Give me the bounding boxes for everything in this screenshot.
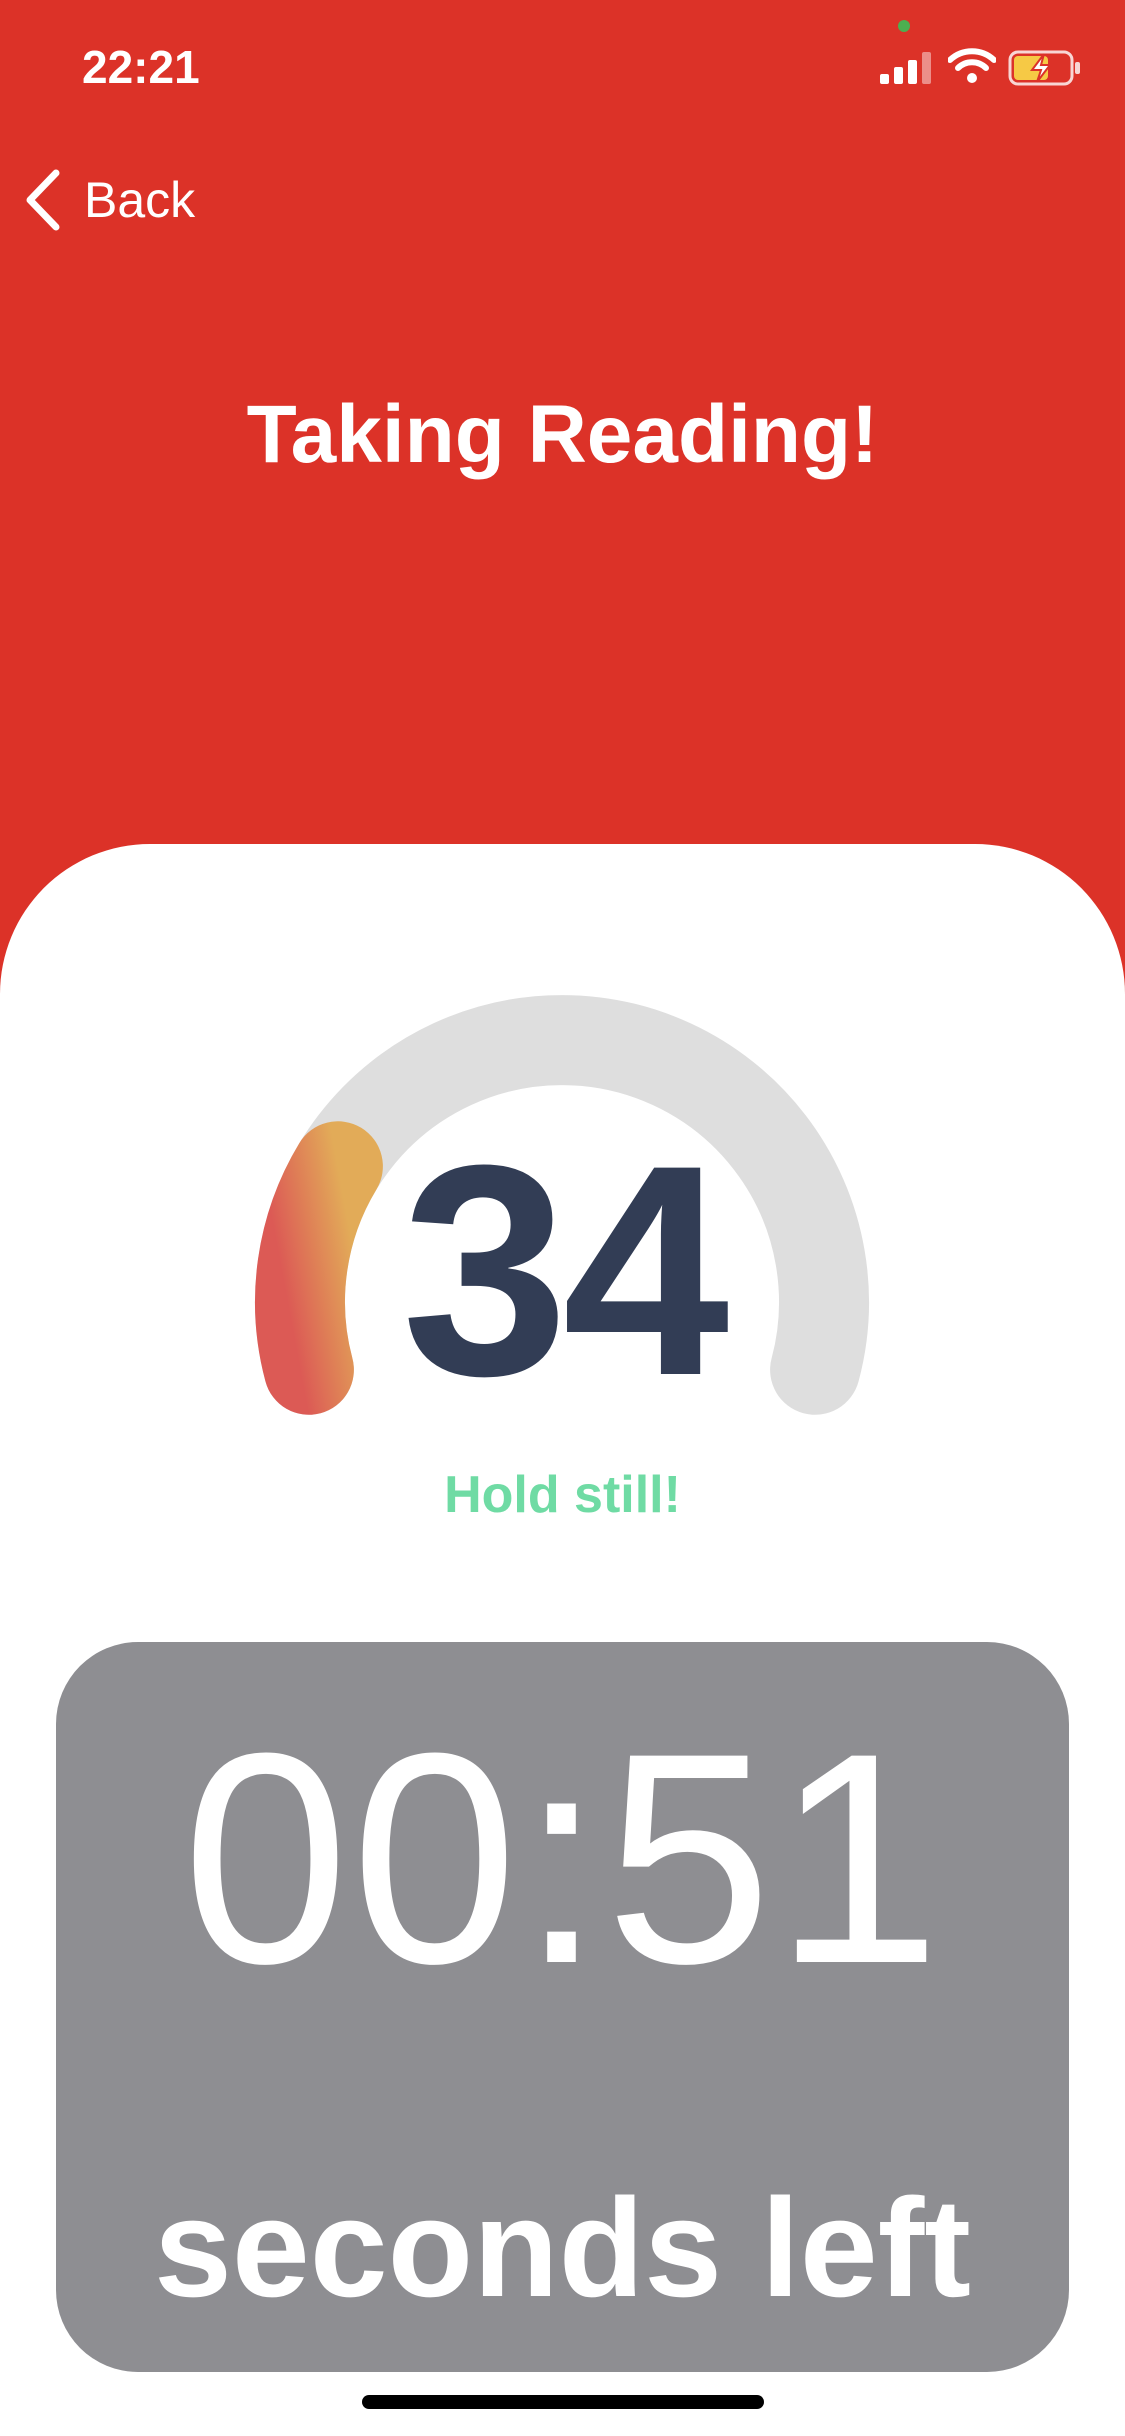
screen: 22:21 Back Taking Reading! 34 Hold still…	[0, 0, 1125, 2436]
back-button[interactable]: Back	[24, 162, 195, 238]
back-label: Back	[84, 172, 196, 228]
wifi-icon	[947, 48, 997, 89]
battery-charging-icon	[1008, 50, 1082, 91]
timer-value: 00:51	[182, 1690, 943, 2026]
home-indicator	[362, 2395, 764, 2409]
status-bar: 22:21	[0, 0, 1125, 132]
reading-value: 34	[401, 1102, 730, 1438]
page-title: Taking Reading!	[246, 389, 879, 480]
status-message: Hold still!	[444, 1466, 681, 1524]
chevron-left-icon	[24, 169, 64, 231]
signal-icon	[880, 52, 936, 89]
timer-caption: seconds left	[154, 2169, 971, 2326]
privacy-indicator-dot	[898, 20, 910, 32]
status-time: 22:21	[82, 41, 200, 93]
